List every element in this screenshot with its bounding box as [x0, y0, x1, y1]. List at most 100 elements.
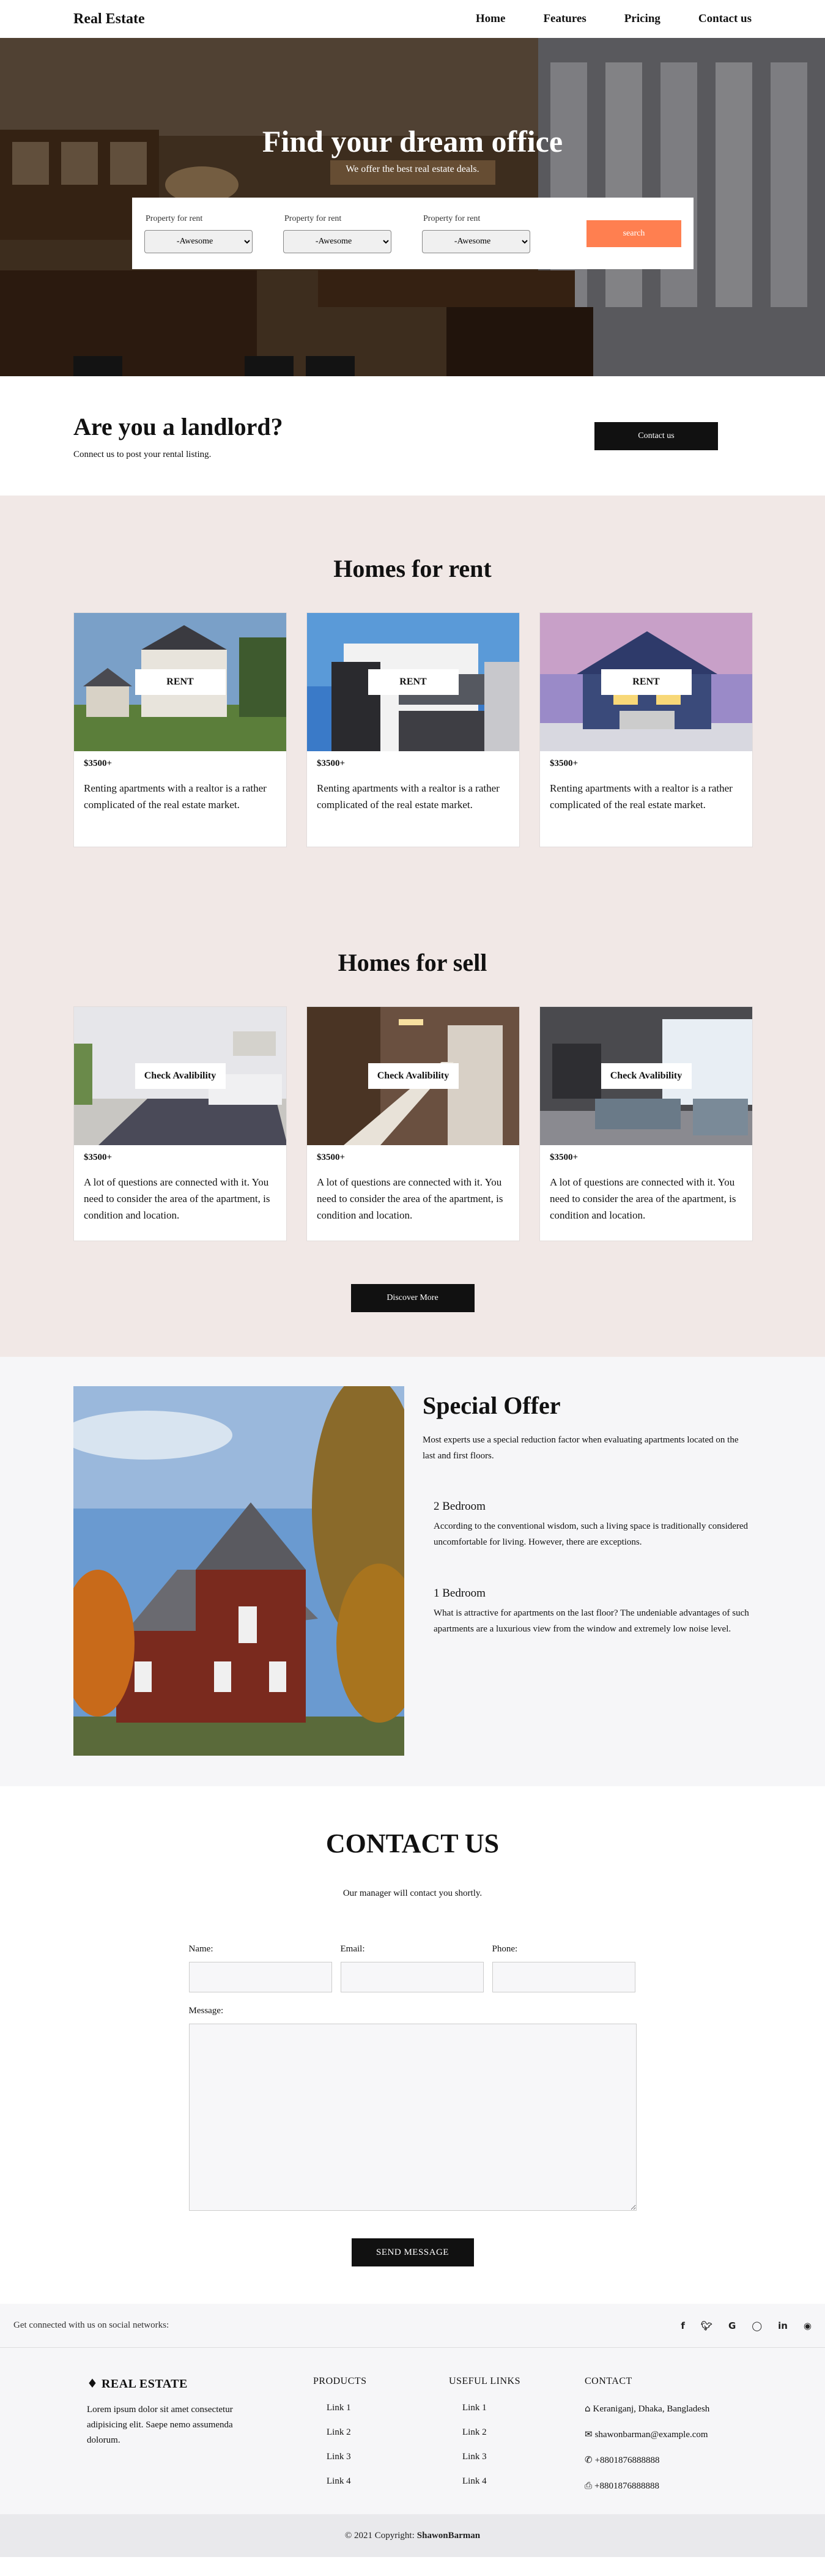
footer-link[interactable]: Link 4 [462, 2476, 585, 2487]
name-input[interactable] [188, 1962, 332, 1992]
facebook-icon[interactable]: f [681, 2320, 685, 2331]
contact-title: CONTACT US [325, 1828, 500, 1858]
discover-more-button[interactable]: Discover More [350, 1284, 475, 1312]
rent-card-image: RENT [540, 613, 752, 751]
contact-us-button[interactable]: Contact us [594, 421, 718, 450]
nav-contact-link[interactable]: Contact us [698, 12, 752, 26]
footer-contact-col: CONTACT ⌂ Keraniganj, Dhaka, Bangladesh ✉… [585, 2376, 709, 2514]
footer-products-title: PRODUCTS [313, 2376, 367, 2386]
message-label: Message: [188, 2006, 224, 2016]
search-button[interactable]: search [586, 220, 681, 247]
email-item: ✉ shawonbarman@example.com [585, 2429, 708, 2440]
homes-section: Homes for rent RENT $3500+ Renting apart… [0, 496, 825, 1357]
sell-card-image: Check Avalibility [74, 1007, 286, 1145]
home-icon: ⌂ [585, 2403, 591, 2414]
footer-useful-title: USEFUL LINKS [449, 2376, 520, 2386]
rent-price: $3500+ [84, 759, 113, 768]
special-offer-title: Special Offer [423, 1392, 561, 1419]
sell-card[interactable]: Check Avalibility $3500+ A lot of questi… [73, 1006, 287, 1241]
hero-section: Find your dream office We offer the best… [0, 38, 825, 376]
rent-card[interactable]: RENT $3500+ Renting apartments with a re… [73, 612, 287, 847]
contact-subtitle: Our manager will contact you shortly. [342, 1888, 483, 1898]
sell-section-title: Homes for sell [338, 949, 487, 976]
rent-desc: Renting apartments with a realtor is a r… [550, 782, 733, 811]
sell-card-body: $3500+ A lot of questions are connected … [307, 1145, 519, 1241]
contact-form: Name: Email: Phone: Message: SEND MESSAG… [188, 1944, 637, 2266]
filter-2: Property for rent -Awesome [283, 214, 391, 253]
feature-text: According to the conventional wisdom, su… [434, 1521, 749, 1547]
phone-label: Phone: [492, 1944, 518, 1954]
footer-link[interactable]: Link 1 [462, 2403, 585, 2413]
feature-title: 2 Bedroom [434, 1499, 486, 1513]
printer-icon: ⎙ [585, 2480, 593, 2491]
nav-pricing-link[interactable]: Pricing [624, 12, 660, 26]
github-icon[interactable]: ◉ [804, 2320, 812, 2331]
hero-content: Find your dream office We offer the best… [0, 124, 825, 175]
landlord-section: Are you a landlord? Connect us to post y… [0, 376, 825, 496]
footer-brand-col: ♦ REAL ESTATE Lorem ipsum dolor sit amet… [87, 2376, 313, 2514]
name-group: Name: [188, 1944, 332, 1992]
footer-link[interactable]: Link 4 [327, 2476, 449, 2487]
sell-tag: Check Avalibility [601, 1063, 692, 1089]
sell-tag: Check Avalibility [368, 1063, 459, 1089]
email-label: Email: [340, 1944, 365, 1954]
sell-card-body: $3500+ A lot of questions are connected … [540, 1145, 752, 1241]
phone-input[interactable] [492, 1962, 635, 1992]
footer-contact-title: CONTACT [585, 2376, 632, 2386]
message-group: Message: [188, 2006, 637, 2214]
footer-link[interactable]: Link 3 [462, 2452, 585, 2462]
instagram-icon[interactable]: ◯ [752, 2320, 762, 2331]
sell-card-image: Check Avalibility [307, 1007, 519, 1145]
copyright-bar: © 2021 Copyright: ShawonBarman [0, 2514, 825, 2557]
sell-price: $3500+ [550, 1153, 579, 1162]
footer-products-col: PRODUCTS Link 1 Link 2 Link 3 Link 4 [313, 2376, 449, 2514]
footer-useful-col: USEFUL LINKS Link 1 Link 2 Link 3 Link 4 [449, 2376, 585, 2514]
footer-link[interactable]: Link 2 [327, 2427, 449, 2438]
feature-2-bedroom: 2 Bedroom According to the conventional … [423, 1500, 752, 1551]
contact-section: CONTACT US Our manager will contact you … [0, 1786, 825, 2304]
sell-price: $3500+ [317, 1153, 346, 1162]
rent-section-title: Homes for rent [333, 555, 492, 582]
rent-card[interactable]: RENT $3500+ Renting apartments with a re… [306, 612, 520, 847]
top-navbar: Real Estate Home Features Pricing Contac… [0, 0, 825, 38]
linkedin-icon[interactable]: in [778, 2320, 788, 2331]
message-textarea[interactable] [188, 2024, 637, 2211]
nav-home-link[interactable]: Home [476, 12, 506, 26]
footer-about: Lorem ipsum dolor sit amet consectetur a… [87, 2405, 233, 2445]
rent-tag: RENT [601, 669, 692, 695]
special-offer-image [73, 1386, 404, 1756]
filter-1-select[interactable]: -Awesome [144, 229, 253, 253]
footer: ♦ REAL ESTATE Lorem ipsum dolor sit amet… [0, 2348, 825, 2514]
rent-card-body: $3500+ Renting apartments with a realtor… [307, 751, 519, 847]
twitter-icon[interactable]: 🐦︎ [701, 2320, 712, 2331]
footer-link[interactable]: Link 3 [327, 2452, 449, 2462]
filter-2-select[interactable]: -Awesome [283, 229, 391, 253]
sell-card[interactable]: Check Avalibility $3500+ A lot of questi… [306, 1006, 520, 1241]
email-input[interactable] [340, 1962, 484, 1992]
nav-features-link[interactable]: Features [543, 12, 586, 26]
rent-card-image: RENT [74, 613, 286, 751]
phone-item: ✆ +8801876888888 [585, 2454, 660, 2465]
send-message-button[interactable]: SEND MESSAGE [351, 2238, 474, 2266]
brand-logo[interactable]: Real Estate [73, 11, 145, 28]
envelope-icon: ✉ [585, 2429, 593, 2440]
footer-link[interactable]: Link 1 [327, 2403, 449, 2413]
sell-tag: Check Avalibility [135, 1063, 226, 1089]
sell-card-body: $3500+ A lot of questions are connected … [74, 1145, 286, 1241]
property-search-box: Property for rent -Awesome Property for … [132, 198, 694, 269]
rent-price: $3500+ [317, 759, 346, 768]
gem-icon: ♦ [87, 2376, 98, 2391]
sell-card-image: Check Avalibility [540, 1007, 752, 1145]
filter-3-select[interactable]: -Awesome [422, 229, 530, 253]
copyright-name[interactable]: ShawonBarman [417, 2531, 480, 2541]
sell-card[interactable]: Check Avalibility $3500+ A lot of questi… [539, 1006, 753, 1241]
footer-link[interactable]: Link 2 [462, 2427, 585, 2438]
phone-group: Phone: [492, 1944, 635, 1992]
rent-desc: Renting apartments with a realtor is a r… [84, 782, 267, 811]
rent-card-image: RENT [307, 613, 519, 751]
rent-tag: RENT [368, 669, 459, 695]
feature-text: What is attractive for apartments on the… [434, 1608, 749, 1635]
social-bar: Get connected with us on social networks… [0, 2304, 825, 2348]
rent-card[interactable]: RENT $3500+ Renting apartments with a re… [539, 612, 753, 847]
google-icon[interactable]: G [728, 2320, 736, 2331]
